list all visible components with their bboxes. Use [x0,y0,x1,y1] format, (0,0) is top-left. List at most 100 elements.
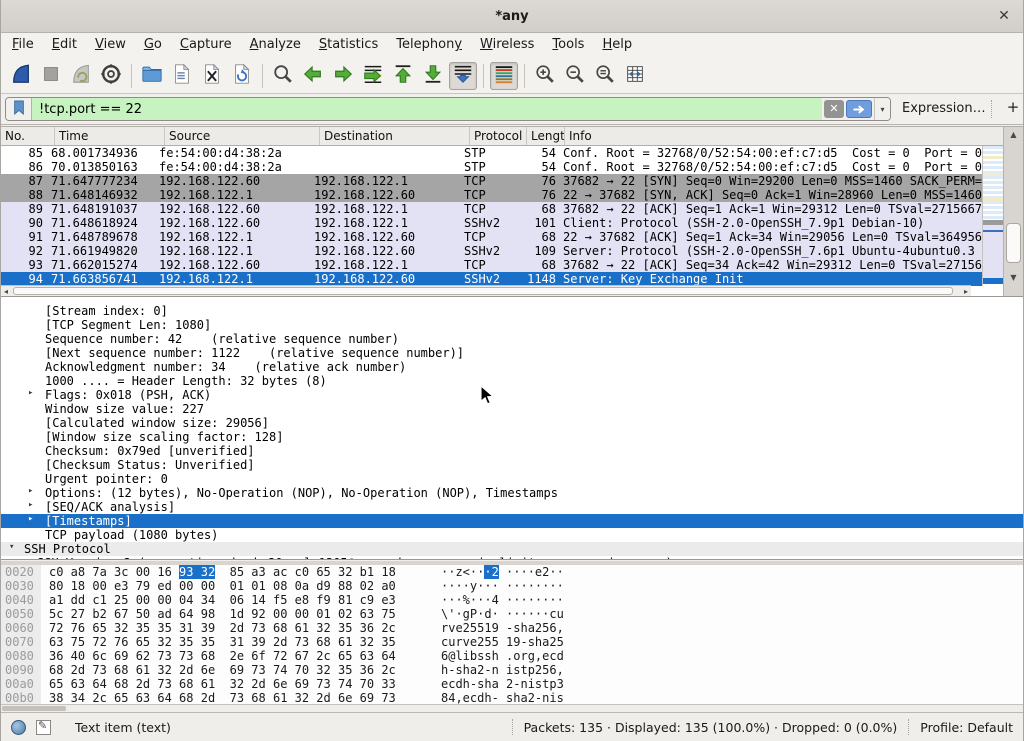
detail-line[interactable]: Window size value: 227 [1,402,1023,416]
expander-right-icon[interactable]: ▸ [28,486,33,496]
go-forward-button[interactable] [329,62,357,90]
intelligent-scrollbar-minimap[interactable] [982,146,1005,286]
hex-bytes[interactable]: 72 76 65 32 35 35 31 39 2d 73 68 61 32 3… [49,621,396,635]
packet-row[interactable]: 9071.648618924192.168.122.60192.168.122.… [1,216,982,230]
hex-ascii[interactable]: ··z<···2 ····e2·· [441,565,564,579]
filter-history-dropdown[interactable]: ▾ [874,98,890,120]
packet-list-vscrollbar[interactable]: ▲ ▼ [1003,127,1023,297]
packet-row[interactable]: 8871.648146932192.168.122.1192.168.122.6… [1,188,982,202]
packet-row[interactable]: 9471.663856741192.168.122.1192.168.122.6… [1,272,982,286]
hex-bytes[interactable]: 36 40 6c 69 62 73 73 68 2e 6f 72 67 2c 6… [49,649,396,663]
column-header-protocol[interactable]: Protocol [470,127,527,145]
hex-bytes[interactable]: 68 2d 73 68 61 32 2d 6e 69 73 74 70 32 3… [49,663,396,677]
go-back-button[interactable] [299,62,327,90]
hex-bytes[interactable]: 80 18 00 e3 79 ed 00 00 01 01 08 0a d9 8… [49,579,396,593]
hex-ascii[interactable]: 6@libssh .org,ecd [441,649,564,663]
detail-line[interactable]: [Next sequence number: 1122 (relative se… [1,346,1023,360]
menu-telephony[interactable]: Telephony [387,33,471,58]
menu-view[interactable]: View [86,33,135,58]
expander-right-icon[interactable]: ▸ [22,556,27,560]
expander-right-icon[interactable]: ▸ [28,388,33,398]
zoom-in-button[interactable] [531,62,559,90]
hex-row[interactable]: 008036 40 6c 69 62 73 73 68 2e 6f 72 67 … [1,649,1023,663]
go-first-button[interactable] [389,62,417,90]
detail-line[interactable]: ▸Options: (12 bytes), No-Operation (NOP)… [1,486,1023,500]
hex-row[interactable]: 00a065 63 64 68 2d 73 68 61 32 2d 6e 69 … [1,677,1023,691]
menu-file[interactable]: File [3,33,43,58]
menu-help[interactable]: Help [593,33,641,58]
reload-file-button[interactable] [228,62,256,90]
menu-tools[interactable]: Tools [543,33,593,58]
vscrollbar-thumb[interactable] [1006,223,1021,263]
hex-ascii[interactable]: curve255 19-sha25 [441,635,564,649]
hex-bytes[interactable]: 38 34 2c 65 63 64 68 2d 73 68 61 32 2d 6… [49,691,396,704]
packet-list-hscrollbar[interactable]: ◂ ▸ [1,285,971,296]
expander-right-icon[interactable]: ▸ [28,514,33,524]
hex-row[interactable]: 0040a1 dd c1 25 00 00 04 34 06 14 f5 e8 … [1,593,1023,607]
hex-row[interactable]: 003080 18 00 e3 79 ed 00 00 01 01 08 0a … [1,579,1023,593]
hex-row[interactable]: 00b038 34 2c 65 63 64 68 2d 73 68 61 32 … [1,691,1023,704]
menu-go[interactable]: Go [135,33,171,58]
packet-row[interactable]: 9271.661949820192.168.122.1192.168.122.6… [1,244,982,258]
packet-row[interactable]: 9371.662015274192.168.122.60192.168.122.… [1,258,982,272]
start-capture-button[interactable] [7,62,35,90]
stop-capture-button[interactable] [37,62,65,90]
apply-filter-button[interactable] [846,100,872,118]
hex-ascii[interactable]: ····y··· ········ [441,579,564,593]
menu-edit[interactable]: Edit [43,33,86,58]
close-window-button[interactable]: ✕ [995,7,1013,25]
column-header-time[interactable]: Time [55,127,165,145]
detail-line[interactable]: [Checksum Status: Unverified] [1,458,1023,472]
capture-comment-icon[interactable] [36,720,51,735]
close-file-button[interactable] [198,62,226,90]
zoom-out-button[interactable] [561,62,589,90]
detail-line[interactable]: [Window size scaling factor: 128] [1,430,1023,444]
packet-row[interactable]: 8771.647777234192.168.122.60192.168.122.… [1,174,982,188]
column-header-no[interactable]: No. [1,127,55,145]
filter-bookmark-button[interactable] [6,98,32,120]
detail-line[interactable]: Acknowledgment number: 34 (relative ack … [1,360,1023,374]
hscrollbar-thumb[interactable] [13,287,953,295]
hex-ascii[interactable]: rve25519 -sha256, [441,621,564,635]
display-filter-input[interactable] [32,98,822,120]
clear-filter-button[interactable]: ✕ [824,100,844,118]
expander-right-icon[interactable]: ▸ [28,500,33,510]
colorize-button[interactable] [490,62,518,90]
hex-row[interactable]: 0020c0 a8 7a 3c 00 16 93 32 85 a3 ac c0 … [1,565,1023,579]
menu-capture[interactable]: Capture [171,33,241,58]
restart-capture-button[interactable] [67,62,95,90]
hex-bytes[interactable]: 65 63 64 68 2d 73 68 61 32 2d 6e 69 73 7… [49,677,396,691]
menu-analyze[interactable]: Analyze [241,33,310,58]
detail-line[interactable]: [TCP Segment Len: 1080] [1,318,1023,332]
detail-line[interactable]: ▸Flags: 0x018 (PSH, ACK) [1,388,1023,402]
detail-line[interactable]: [Calculated window size: 29056] [1,416,1023,430]
capture-options-button[interactable] [97,62,125,90]
save-file-button[interactable] [168,62,196,90]
go-to-packet-button[interactable] [359,62,387,90]
hex-ascii[interactable]: ecdh-sha 2-nistp3 [441,677,564,691]
packet-row[interactable]: 9171.648789678192.168.122.1192.168.122.6… [1,230,982,244]
hex-row[interactable]: 006072 76 65 32 35 35 31 39 2d 73 68 61 … [1,621,1023,635]
hex-bytes[interactable]: c0 a8 7a 3c 00 16 93 32 85 a3 ac c0 65 3… [49,565,396,579]
go-last-button[interactable] [419,62,447,90]
column-header-source[interactable]: Source [165,127,320,145]
detail-line[interactable]: [Stream index: 0] [1,304,1023,318]
hex-row[interactable]: 007063 75 72 76 65 32 35 35 31 39 2d 73 … [1,635,1023,649]
packet-row[interactable]: 8670.013850163fe:54:00:d4:38:2aSTP54Conf… [1,160,982,174]
detail-line[interactable]: Checksum: 0x79ed [unverified] [1,444,1023,458]
detail-line[interactable]: TCP payload (1080 bytes) [1,528,1023,542]
detail-line[interactable]: 1000 .... = Header Length: 32 bytes (8) [1,374,1023,388]
resize-columns-button[interactable] [621,62,649,90]
status-profile[interactable]: Profile: Default [920,720,1013,735]
packet-row[interactable]: 8971.648191037192.168.122.60192.168.122.… [1,202,982,216]
hex-ascii[interactable]: 84,ecdh- sha2-nis [441,691,564,704]
find-packet-button[interactable] [269,62,297,90]
hex-bytes[interactable]: 5c 27 b2 67 50 ad 64 98 1d 92 00 00 01 0… [49,607,396,621]
scroll-down-arrow[interactable]: ▼ [1004,271,1023,285]
hex-ascii[interactable]: \'·gP·d· ······cu [441,607,564,621]
detail-line[interactable]: Urgent pointer: 0 [1,472,1023,486]
detail-line[interactable]: ▸SSH Version 2 (encryption:chacha20-poly… [1,556,1023,560]
expression-button[interactable]: Expression… [902,101,986,116]
detail-line[interactable]: ▾SSH Protocol [1,542,1023,556]
bytes-hscrollbar-thumb[interactable] [2,706,66,711]
